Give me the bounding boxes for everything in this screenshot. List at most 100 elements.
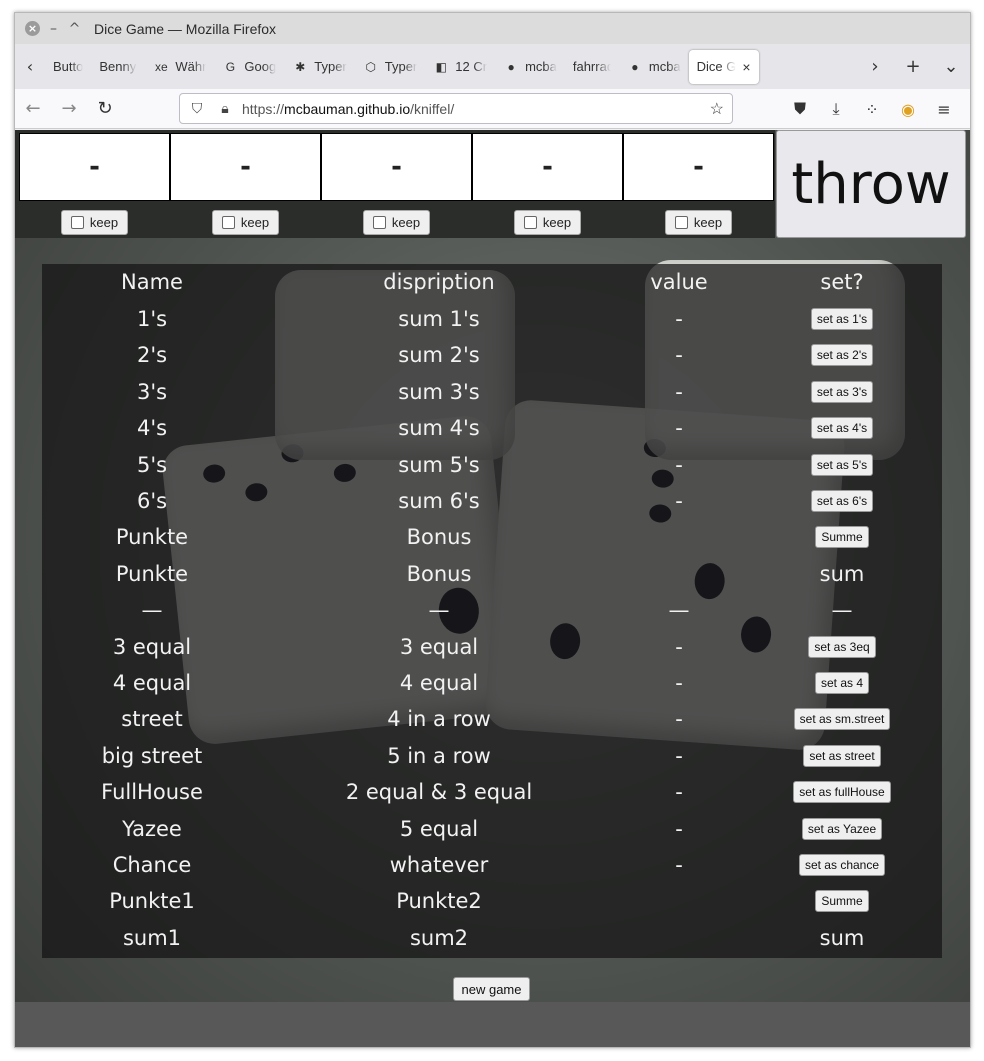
row-set-cell: set as 4 <box>772 665 912 701</box>
row-set-cell: set as 3's <box>772 374 912 410</box>
url-text[interactable]: https://mcbauman.github.io/kniffel/ <box>242 101 454 117</box>
table-row: 1's sum 1's - set as 1's <box>42 301 942 337</box>
set-score-button[interactable]: set as fullHouse <box>793 781 891 804</box>
tab[interactable]: Butto <box>45 50 91 84</box>
tab[interactable]: G Goog <box>214 50 284 84</box>
downloads-icon[interactable]: ⤓ <box>818 99 854 119</box>
keep-checkbox[interactable]: keep <box>665 210 732 235</box>
window-title: Dice Game — Mozilla Firefox <box>94 20 277 37</box>
tab-label: mcba <box>525 59 557 74</box>
set-score-button[interactable]: set as 6's <box>810 490 874 512</box>
extensions-icon[interactable]: ⁘ <box>854 100 890 119</box>
tab-favicon-icon: xe <box>155 59 168 74</box>
checkbox-icon[interactable] <box>372 216 386 229</box>
url-bar[interactable]: ⛉ 🔒︎ https://mcbauman.github.io/kniffel/… <box>179 93 733 124</box>
row-description: sum2 <box>409 925 469 950</box>
tab-label: Währ <box>175 59 207 74</box>
keep-checkbox[interactable]: keep <box>212 210 279 235</box>
maximize-window-icon[interactable]: ^ <box>67 21 82 37</box>
set-score-button[interactable]: set as 2's <box>810 344 874 367</box>
set-score-button[interactable]: set as street <box>803 744 881 767</box>
row-name: Yazee <box>122 816 182 841</box>
tab-favicon-icon: ⬡ <box>365 59 376 74</box>
row-set-cell: set as fullHouse <box>772 774 912 810</box>
die-value: - <box>321 133 472 201</box>
row-name: 6's <box>136 489 168 513</box>
set-score-button[interactable]: set as 1's <box>810 308 874 330</box>
tab[interactable]: ● mcba <box>495 50 565 84</box>
menu-icon[interactable]: ≡ <box>926 100 962 119</box>
row-description: sum 6's <box>398 489 480 513</box>
tab[interactable]: ✱ Typer <box>284 50 355 84</box>
row-value: - <box>675 780 683 805</box>
row-value <box>629 920 729 956</box>
throw-button[interactable]: throw <box>776 130 966 238</box>
keep-checkbox[interactable]: keep <box>363 210 430 235</box>
set-score-button[interactable]: set as 4 <box>814 672 870 694</box>
browser-window: × – ^ Dice Game — Mozilla Firefox ‹ Butt… <box>14 12 971 1048</box>
row-description: 3 equal <box>399 634 479 659</box>
tab[interactable]: ⬡ Typer <box>355 50 426 84</box>
minimize-window-icon[interactable]: – <box>46 21 61 37</box>
keep-label: keep <box>391 215 421 230</box>
set-score-button[interactable]: set as sm.street <box>793 708 891 731</box>
new-game-button[interactable]: new game <box>453 977 530 1001</box>
row-set-cell: Summe <box>772 883 912 919</box>
row-name: Punkte <box>115 525 189 550</box>
pocket-icon[interactable]: ⛊ <box>782 99 818 119</box>
checkbox-icon[interactable] <box>523 216 537 229</box>
tab-favicon-icon: ● <box>507 59 515 74</box>
set-score-button[interactable]: set as 3's <box>810 380 874 403</box>
row-set-cell: set as 2's <box>772 337 912 373</box>
set-score-button[interactable]: set as 3eq <box>808 635 876 658</box>
row-name: Chance <box>112 853 192 877</box>
checkbox-icon[interactable] <box>70 216 84 229</box>
title-bar: × – ^ Dice Game — Mozilla Firefox <box>15 13 970 44</box>
bookmark-star-icon[interactable]: ☆ <box>710 99 724 119</box>
keep-label: keep <box>693 215 723 230</box>
forward-icon[interactable]: → <box>51 98 87 119</box>
row-description: 5 in a row <box>387 743 491 768</box>
set-score-button[interactable]: Summe <box>815 526 869 549</box>
back-icon[interactable]: ← <box>15 98 51 119</box>
row-value: - <box>675 743 683 768</box>
row-description: sum 2's <box>398 343 480 368</box>
new-tab-icon[interactable]: + <box>894 56 932 77</box>
scroll-tabs-left-icon[interactable]: ‹ <box>15 57 45 76</box>
navigation-bar: ← → ↻ ⛉ 🔒︎ https://mcbauman.github.io/kn… <box>15 89 970 129</box>
row-description: Punkte2 <box>396 889 482 914</box>
close-tab-icon[interactable]: × <box>742 59 750 75</box>
row-name: 5's <box>136 452 168 477</box>
table-row: FullHouse 2 equal & 3 equal - set as fullHo… <box>42 774 942 810</box>
shield-icon[interactable]: ⛉ <box>186 100 208 117</box>
die-value: - <box>170 133 321 201</box>
set-score-button[interactable]: set as Yazee <box>801 817 883 840</box>
tab[interactable]: xe Währ <box>145 50 214 84</box>
close-window-icon[interactable]: × <box>25 21 40 36</box>
scroll-tabs-right-icon[interactable]: › <box>856 56 894 77</box>
checkbox-icon[interactable] <box>674 216 688 229</box>
table-row: 4's sum 4's - set as 4's <box>42 410 942 446</box>
set-score-button[interactable]: Summe <box>815 890 869 913</box>
table-row: Punkte Bonus sum <box>42 556 942 592</box>
row-description: Bonus <box>406 561 472 586</box>
keep-checkbox[interactable]: keep <box>514 210 581 235</box>
tab[interactable]: ● mcba <box>619 50 689 84</box>
lock-icon[interactable]: 🔒︎ <box>214 100 236 117</box>
set-score-button[interactable]: set as chance <box>798 854 886 876</box>
list-all-tabs-icon[interactable]: ⌄ <box>932 56 970 77</box>
tab[interactable]: Benny's <box>91 50 145 84</box>
tab[interactable]: ◧ 12 Cr <box>425 50 495 84</box>
tab-active[interactable]: Dice G × <box>688 49 759 84</box>
keep-label: keep <box>89 215 119 230</box>
checkbox-icon[interactable] <box>221 216 235 229</box>
reload-icon[interactable]: ↻ <box>87 98 123 119</box>
profile-icon[interactable]: ◉ <box>890 100 926 119</box>
keep-checkbox[interactable]: keep <box>61 210 128 235</box>
row-sum-label: sum <box>819 561 865 586</box>
set-score-button[interactable]: set as 5's <box>810 453 874 476</box>
table-row: 2's sum 2's - set as 2's <box>42 337 942 373</box>
set-score-button[interactable]: set as 4's <box>810 417 874 440</box>
row-name: 4 equal <box>112 671 192 695</box>
tab[interactable]: fahrradfr <box>565 50 619 84</box>
